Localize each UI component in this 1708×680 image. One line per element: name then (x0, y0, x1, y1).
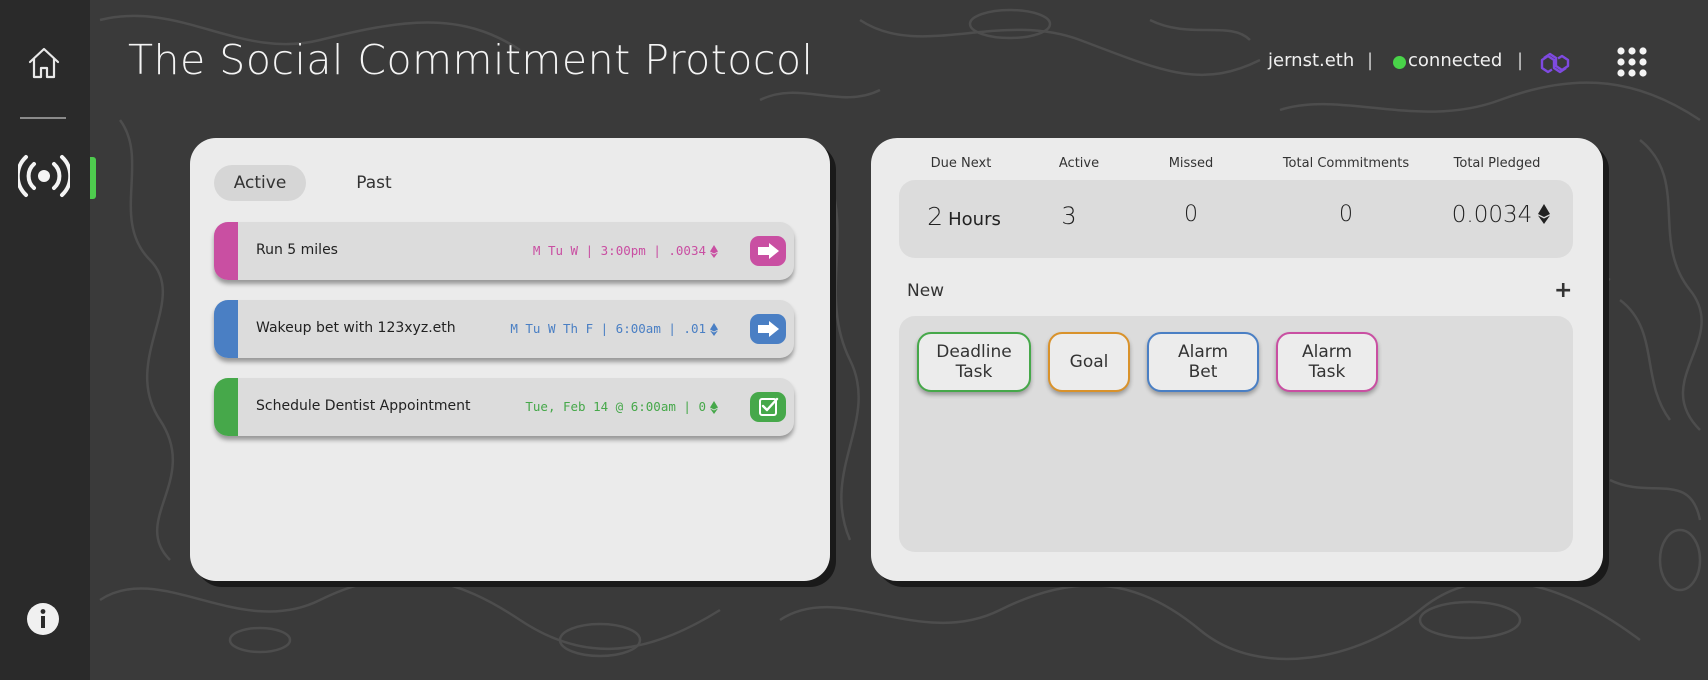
wallet-address[interactable]: jernst.eth (1268, 50, 1354, 71)
tab-active[interactable]: Active (214, 165, 306, 201)
add-button[interactable]: + (1554, 280, 1572, 302)
stat-due-next: 2 Hours (927, 202, 1001, 231)
stat-active: 3 (1061, 202, 1077, 230)
stat-header-active: Active (1058, 156, 1100, 171)
stat-header-total-commitments: Total Commitments (1282, 156, 1410, 171)
connection-status: connected (1408, 50, 1503, 71)
stat-header-missed: Missed (1168, 156, 1214, 171)
commitment-color-stripe (214, 222, 238, 280)
new-commitment-types: Deadline Task Goal Alarm Bet Alarm Task (899, 316, 1573, 552)
new-section-label: New (907, 281, 945, 301)
eth-icon (710, 323, 718, 336)
header-separator: | (1517, 50, 1524, 71)
sidebar-divider (20, 117, 66, 119)
commitment-color-stripe (214, 378, 238, 436)
overview-panel: Due Next Active Missed Total Commitments… (871, 138, 1603, 581)
grid-menu-icon[interactable] (1617, 47, 1647, 77)
commitment-item[interactable]: Wakeup bet with 123xyz.eth M Tu W Th F |… (214, 300, 794, 358)
broadcast-icon[interactable] (18, 152, 70, 200)
sidebar-active-indicator (90, 157, 96, 199)
complete-commitment-button[interactable] (750, 392, 786, 422)
eth-icon (710, 401, 718, 414)
info-icon[interactable] (26, 602, 60, 636)
checkbox-icon (759, 397, 779, 416)
polygon-icon[interactable] (1540, 49, 1570, 77)
stats-box: 2 Hours 3 0 0 0.0034 (899, 180, 1573, 258)
alarm-bet-button[interactable]: Alarm Bet (1147, 332, 1259, 392)
status-dot-icon (1393, 56, 1406, 69)
commitments-panel: Active Past Run 5 miles M Tu W | 3:00pm … (190, 138, 830, 581)
header-separator: | (1367, 50, 1374, 71)
stat-header-due-next: Due Next (930, 156, 992, 171)
open-commitment-button[interactable] (750, 314, 786, 344)
commitment-title: Run 5 miles (256, 242, 338, 258)
arrow-right-icon (758, 243, 779, 259)
tab-past[interactable]: Past (334, 165, 414, 201)
commitment-meta: M Tu W Th F | 6:00am | .01 (510, 300, 718, 358)
stat-total-pledged: 0.0034 (1437, 202, 1565, 228)
commitment-meta: M Tu W | 3:00pm | .0034 (533, 222, 718, 280)
commitment-item[interactable]: Run 5 miles M Tu W | 3:00pm | .0034 (214, 222, 794, 280)
commitment-item[interactable]: Schedule Dentist Appointment Tue, Feb 14… (214, 378, 794, 436)
home-icon[interactable] (25, 44, 63, 82)
commitment-title: Wakeup bet with 123xyz.eth (256, 320, 456, 336)
arrow-right-icon (758, 321, 779, 337)
deadline-task-button[interactable]: Deadline Task (917, 332, 1031, 392)
alarm-task-button[interactable]: Alarm Task (1276, 332, 1378, 392)
stat-header-total-pledged: Total Pledged (1453, 156, 1541, 171)
eth-icon (1538, 204, 1551, 224)
commitment-color-stripe (214, 300, 238, 358)
stat-total-commitments: 0 (1339, 202, 1353, 227)
stat-missed: 0 (1184, 202, 1198, 227)
page-title: The Social Commitment Protocol (128, 36, 814, 84)
sidebar (0, 0, 90, 680)
goal-button[interactable]: Goal (1048, 332, 1130, 392)
eth-icon (710, 245, 718, 258)
commitment-title: Schedule Dentist Appointment (256, 398, 471, 414)
commitment-meta: Tue, Feb 14 @ 6:00am | 0 (525, 378, 718, 436)
open-commitment-button[interactable] (750, 236, 786, 266)
